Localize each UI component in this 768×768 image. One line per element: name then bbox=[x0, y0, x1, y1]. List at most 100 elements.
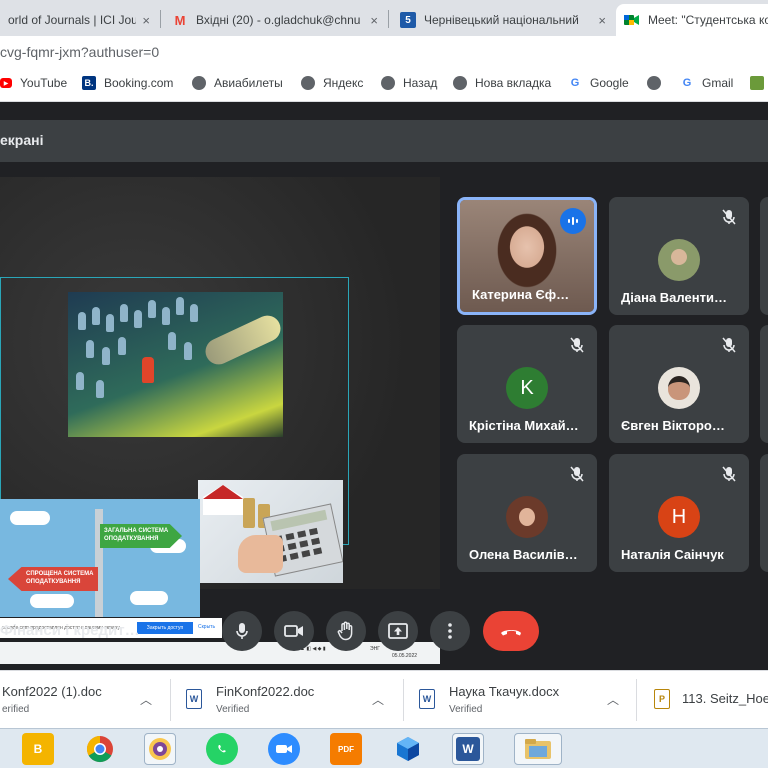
participant-tile[interactable]: Олена Василів… bbox=[457, 454, 597, 572]
bookmark-label: Booking.com bbox=[104, 76, 174, 90]
bookmark-gmail[interactable]: G Gmail bbox=[680, 76, 733, 90]
booking-icon: B. bbox=[82, 76, 96, 90]
bookmark-globe[interactable] bbox=[647, 76, 669, 90]
whatsapp-icon[interactable] bbox=[206, 733, 238, 765]
bookmark-booking[interactable]: B. Booking.com bbox=[82, 76, 173, 90]
meet-icon bbox=[624, 12, 640, 28]
bookmark-label: Назад bbox=[403, 76, 438, 90]
avatar bbox=[658, 239, 700, 281]
presenting-banner: екрані bbox=[0, 120, 768, 162]
globe-icon bbox=[192, 76, 206, 90]
globe-icon bbox=[301, 76, 315, 90]
browser-tab-gmail[interactable]: M Вхідні (20) - o.gladchuk@chnu × bbox=[164, 4, 386, 36]
bookmark-aviabilety[interactable]: Авиабилеты bbox=[192, 76, 283, 90]
divider bbox=[636, 679, 637, 721]
camera-button[interactable] bbox=[274, 611, 314, 651]
close-icon[interactable]: × bbox=[142, 13, 150, 28]
globe-icon bbox=[647, 76, 661, 90]
download-item[interactable]: Konf2022 (1).doc erified ︿ bbox=[0, 671, 168, 729]
bookmark-label: Авиабилеты bbox=[214, 76, 283, 90]
browser-tab-strip: orld of Journals | ICI Journ × M Вхідні … bbox=[0, 0, 768, 36]
youtube-icon: ▶ bbox=[0, 78, 12, 88]
participant-tile[interactable]: K Крістіна Михай… bbox=[457, 325, 597, 443]
download-filename: Наука Ткачук.docx bbox=[449, 684, 560, 699]
download-filename: Konf2022 (1).doc bbox=[2, 684, 102, 699]
globe-icon bbox=[381, 76, 395, 90]
stop-sharing-button[interactable]: Закрыть доступ bbox=[137, 622, 193, 634]
download-item[interactable]: W Наука Ткачук.docx Verified ︿ bbox=[409, 671, 631, 729]
participant-tile[interactable]: Н Наталія Саінчук bbox=[609, 454, 749, 572]
chrome-icon[interactable] bbox=[84, 733, 116, 765]
google-icon: G bbox=[680, 76, 694, 90]
download-status: Verified bbox=[449, 704, 483, 715]
participant-name: Олена Василів… bbox=[469, 547, 578, 562]
more-icon bbox=[448, 623, 452, 639]
mic-off-icon bbox=[567, 335, 587, 355]
end-call-button[interactable] bbox=[483, 611, 539, 651]
participant-tile[interactable]: Катерина Єф… bbox=[457, 197, 597, 315]
pdf-icon[interactable]: PDF bbox=[330, 733, 362, 765]
bookmark-new-tab[interactable]: Нова вкладка bbox=[453, 76, 551, 90]
zoom-icon[interactable] bbox=[268, 733, 300, 765]
file-manager-icon[interactable] bbox=[514, 733, 562, 765]
bookmark-youtube[interactable]: ▶ YouTube bbox=[0, 76, 67, 90]
address-bar[interactable]: cvg-fqmr-jxm?authuser=0 bbox=[0, 36, 768, 68]
bookmark-google[interactable]: G Google bbox=[568, 76, 629, 90]
app-b-icon[interactable]: B bbox=[22, 733, 54, 765]
more-options-button[interactable] bbox=[430, 611, 470, 651]
mic-off-icon bbox=[719, 335, 739, 355]
participant-name: Наталія Саінчук bbox=[621, 547, 724, 562]
tab-title: orld of Journals | ICI Journ bbox=[8, 13, 137, 27]
download-item[interactable]: W FinKonf2022.doc Verified ︿ bbox=[176, 671, 398, 729]
word-letter: W bbox=[456, 737, 480, 761]
avatar: Н bbox=[658, 496, 700, 538]
word-doc-icon: W bbox=[419, 689, 435, 709]
tray-date: 05.05.2022 bbox=[392, 653, 418, 659]
participant-tile-partial[interactable] bbox=[760, 325, 768, 443]
bookmark-nazad[interactable]: Назад bbox=[381, 76, 437, 90]
hide-link[interactable]: Скрыть bbox=[198, 624, 215, 630]
bookmarks-bar: ▶ YouTube B. Booking.com Авиабилеты Янде… bbox=[0, 68, 768, 102]
participant-tile-partial[interactable] bbox=[760, 454, 768, 572]
tray-lang: ЭНГ bbox=[370, 646, 380, 652]
chevron-up-icon[interactable]: ︿ bbox=[140, 691, 152, 708]
bookmark-label: YouTube bbox=[20, 76, 68, 90]
bookmark-yandex[interactable]: Яндекс bbox=[301, 76, 363, 90]
bookmark-extra[interactable] bbox=[750, 76, 768, 90]
browser-tab-ici[interactable]: orld of Journals | ICI Journ × bbox=[0, 4, 158, 36]
mic-off-icon bbox=[719, 464, 739, 484]
avatar bbox=[506, 496, 548, 538]
tor-icon[interactable] bbox=[144, 733, 176, 765]
google-icon: G bbox=[568, 76, 582, 90]
download-item[interactable]: P 113. Seitz_Hoec bbox=[642, 671, 768, 729]
download-filename: 113. Seitz_Hoec bbox=[682, 691, 768, 706]
chevron-up-icon[interactable]: ︿ bbox=[607, 691, 619, 708]
bookmark-label: Яндекс bbox=[323, 76, 364, 90]
participant-tile[interactable]: Євген Вікторо… bbox=[609, 325, 749, 443]
browser-tab-meet[interactable]: Meet: "Студентська ко bbox=[616, 4, 768, 36]
meeting-title: Фінанси і кредит… bbox=[0, 622, 140, 639]
bookmark-label: Gmail bbox=[702, 76, 734, 90]
avatar: K bbox=[506, 367, 548, 409]
participant-tile[interactable]: Діана Валенти… bbox=[609, 197, 749, 315]
participant-tile-partial[interactable] bbox=[760, 197, 768, 315]
browser-tab-university[interactable]: 5 Чернівецький національний × bbox=[392, 4, 614, 36]
present-button[interactable] bbox=[378, 611, 418, 651]
globe-icon bbox=[453, 76, 467, 90]
chevron-up-icon[interactable]: ︿ bbox=[372, 691, 384, 708]
pdf-doc-icon: P bbox=[654, 689, 670, 709]
shared-screen[interactable]: ЗАГАЛЬНА СИСТЕМА ОПОДАТКУВАННЯ СПРОЩЕНА … bbox=[0, 177, 440, 664]
download-status: erified bbox=[2, 704, 30, 715]
app-cube-icon[interactable] bbox=[392, 733, 424, 765]
meet-window: екрані ЗАГАЛЬНА СИСТЕМА ОПОДАТКУВАННЯ СП… bbox=[0, 102, 768, 670]
presenting-label: екрані bbox=[0, 132, 44, 148]
tab-title: Meet: "Студентська ко bbox=[648, 13, 768, 27]
mic-button[interactable] bbox=[222, 611, 262, 651]
sign-general-tax: ЗАГАЛЬНА СИСТЕМА ОПОДАТКУВАННЯ bbox=[100, 524, 182, 548]
mic-off-icon bbox=[719, 207, 739, 227]
close-icon[interactable]: × bbox=[370, 13, 378, 28]
raise-hand-button[interactable] bbox=[326, 611, 366, 651]
word-icon[interactable]: W bbox=[452, 733, 484, 765]
close-icon[interactable]: × bbox=[598, 13, 606, 28]
url-text[interactable]: cvg-fqmr-jxm?authuser=0 bbox=[0, 44, 159, 60]
